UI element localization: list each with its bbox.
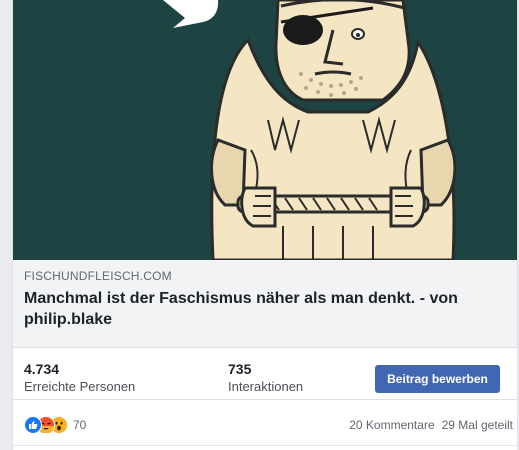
reactions-bar: 70 20 Kommentare 29 Mal geteilt bbox=[13, 400, 517, 446]
link-domain: FISCHUNDFLEISCH.COM bbox=[24, 269, 172, 283]
like-icon bbox=[24, 416, 42, 434]
engagement-label: Interaktionen bbox=[228, 379, 304, 394]
insights-bar: 4.734 Erreichte Personen 735 Interaktion… bbox=[13, 348, 517, 400]
engagement-count: 735 bbox=[228, 361, 252, 377]
reach-count: 4.734 bbox=[24, 361, 60, 377]
boost-post-button[interactable]: Beitrag bewerben bbox=[375, 365, 500, 393]
link-headline[interactable]: Manchmal ist der Faschismus näher als ma… bbox=[24, 288, 504, 330]
post-card: FISCHUNDFLEISCH.COM Manchmal ist der Fas… bbox=[12, 0, 518, 450]
shares-link[interactable]: 29 Mal geteilt bbox=[442, 418, 513, 432]
reaction-count: 70 bbox=[73, 418, 87, 432]
engagement-counts: 20 Kommentare 29 Mal geteilt bbox=[349, 418, 513, 432]
reactions-summary[interactable]: 70 bbox=[24, 416, 86, 434]
reach-label: Erreichte Personen bbox=[24, 379, 136, 394]
link-preview-text[interactable]: FISCHUNDFLEISCH.COM Manchmal ist der Fas… bbox=[13, 260, 517, 348]
comments-link[interactable]: 20 Kommentare bbox=[349, 418, 434, 432]
link-preview-image[interactable] bbox=[13, 0, 517, 260]
